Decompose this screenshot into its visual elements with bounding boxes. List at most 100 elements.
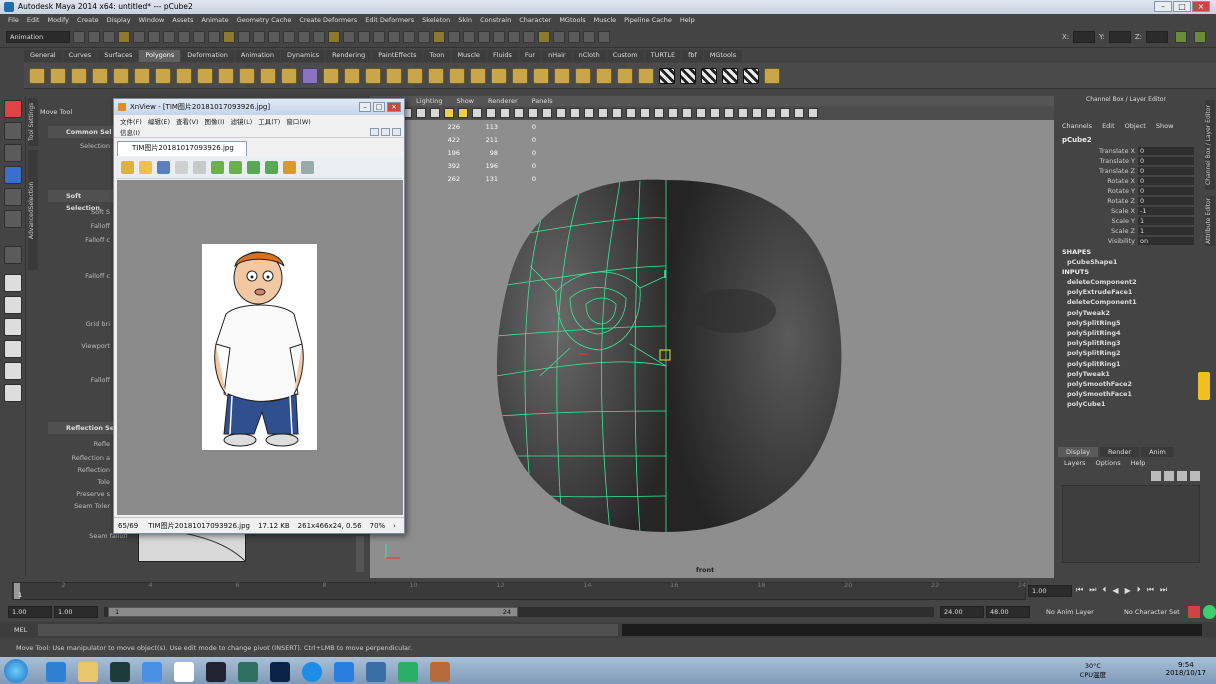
shelf-tool-icon[interactable] [29, 67, 45, 84]
layer-tab-render[interactable]: Render [1099, 446, 1140, 457]
print-icon[interactable] [175, 161, 188, 174]
viewport-tool-icon[interactable] [458, 108, 468, 118]
shelf-tool-icon[interactable] [596, 67, 612, 84]
menu-help[interactable]: Help [680, 16, 695, 24]
viewport-tool-icon[interactable] [682, 108, 692, 118]
xnview-menu-item[interactable]: 文件(F) [120, 116, 142, 126]
input-node[interactable]: polyTweak2 [1058, 309, 1204, 319]
status-tool-icon[interactable] [403, 30, 415, 43]
viewport-tool-icon[interactable] [654, 108, 664, 118]
shelf-tool-icon[interactable] [323, 67, 339, 84]
paint-select-icon[interactable] [4, 144, 22, 162]
viewport-tool-icon[interactable] [556, 108, 566, 118]
input-node[interactable]: polyTweak1 [1058, 370, 1204, 380]
layer-tab-display[interactable]: Display [1058, 446, 1098, 457]
range-bar[interactable]: 1 24 [108, 607, 518, 617]
shelf-tab-toon[interactable]: Toon [423, 50, 451, 62]
rotate-right-icon[interactable] [229, 161, 242, 174]
shelf-tool-icon[interactable] [764, 67, 780, 84]
move-tool-icon[interactable] [4, 166, 22, 184]
channel-menu-object[interactable]: Object [1125, 122, 1146, 130]
shelf-tab-surfaces[interactable]: Surfaces [98, 50, 139, 62]
viewport-tool-icon[interactable] [752, 108, 762, 118]
shape-node[interactable]: pCubeShape1 [1058, 258, 1204, 268]
shelf-tab-fur[interactable]: Fur [518, 50, 542, 62]
status-tool-icon[interactable] [568, 30, 580, 43]
maya-taskbar-icon[interactable] [110, 662, 130, 682]
xnview-maximize-button[interactable]: □ [373, 102, 385, 112]
status-tool-icon[interactable] [508, 30, 520, 43]
menu-muscle[interactable]: Muscle [594, 16, 617, 24]
step-forward-key-icon[interactable]: ⏮ [1147, 585, 1154, 595]
mel-input[interactable] [38, 624, 618, 636]
menu-modify[interactable]: Modify [47, 16, 69, 24]
shelf-tab-nhair[interactable]: nHair [542, 50, 572, 62]
channel-attr-value[interactable]: on [1138, 237, 1194, 245]
ie-taskbar-icon[interactable] [46, 662, 66, 682]
shelf-tool-icon[interactable] [134, 67, 150, 84]
sidebar-toggle-icon[interactable] [1175, 30, 1187, 43]
xnview-doc-close-icon[interactable] [392, 128, 401, 136]
start-button[interactable] [4, 659, 28, 683]
channel-attr-value[interactable]: -1 [1138, 207, 1194, 215]
viewport-tool-icon[interactable] [444, 108, 454, 118]
shelf-tool-icon[interactable] [302, 67, 318, 84]
lasso-tool-icon[interactable] [4, 122, 22, 140]
xnview-minimize-button[interactable]: – [359, 102, 371, 112]
viewport-menu-show[interactable]: Show [456, 97, 474, 105]
viewport-panel[interactable]: adingLightingShowRendererPanels 22611304… [370, 96, 1054, 578]
k-app-taskbar-icon[interactable] [302, 662, 322, 682]
channel-attr-value[interactable]: 0 [1138, 187, 1194, 195]
new-layer-selected-icon[interactable] [1190, 471, 1200, 481]
slideshow-icon[interactable] [283, 161, 296, 174]
pinned-tool-icon[interactable] [1198, 372, 1210, 400]
viewport-tool-icon[interactable] [542, 108, 552, 118]
close-button[interactable]: × [1192, 1, 1210, 12]
status-tool-icon[interactable] [343, 30, 355, 43]
viewport-tool-icon[interactable] [570, 108, 580, 118]
input-node[interactable]: polySplitRing2 [1058, 349, 1204, 359]
two-view-layout-icon[interactable] [4, 318, 22, 336]
go-to-start-icon[interactable]: ⏮ [1076, 585, 1083, 595]
status-tool-icon[interactable] [178, 30, 190, 43]
shelf-tab-mgtools[interactable]: MGtools [703, 50, 743, 62]
playback-end-field[interactable]: 24.00 [940, 606, 984, 618]
playback-start-field[interactable]: 1.00 [54, 606, 98, 618]
shelf-tab-polygons[interactable]: Polygons [139, 50, 181, 62]
status-tool-icon[interactable] [118, 30, 130, 43]
shelf-tool-icon[interactable] [113, 67, 129, 84]
mail-taskbar-icon[interactable] [366, 662, 386, 682]
status-tool-icon[interactable] [313, 30, 325, 43]
xnview-menu-item[interactable]: 窗口(W) [286, 116, 311, 126]
shelf-tool-icon[interactable] [50, 67, 66, 84]
shelf-tool-icon[interactable] [176, 67, 192, 84]
channel-attr-row[interactable]: Visibility on [1058, 236, 1204, 246]
status-tool-icon[interactable] [373, 30, 385, 43]
outliner-layout-icon[interactable] [4, 340, 22, 358]
soft-selection-section[interactable]: Soft Selection [48, 190, 116, 212]
shelf-tool-icon[interactable] [407, 67, 423, 84]
xnview-title-bar[interactable]: XnView - [TIM图片20181017093926.jpg] – □ × [114, 99, 404, 115]
channel-attr-value[interactable]: 0 [1138, 157, 1194, 165]
shelf-tool-icon[interactable] [197, 67, 213, 84]
shelf-tab-dynamics[interactable]: Dynamics [281, 50, 326, 62]
shelf-tab-deformation[interactable]: Deformation [181, 50, 234, 62]
new-layer-icon[interactable] [1177, 471, 1187, 481]
channel-attr-value[interactable]: 1 [1138, 227, 1194, 235]
shelf-tool-icon[interactable] [428, 67, 444, 84]
shelf-tab-painteffects[interactable]: PaintEffects [372, 50, 423, 62]
anim-layer-label[interactable]: No Anim Layer [1046, 608, 1094, 616]
input-node[interactable]: polyExtrudeFace1 [1058, 288, 1204, 298]
status-tool-icon[interactable] [253, 30, 265, 43]
manipulator-icon[interactable] [4, 246, 22, 264]
previous-image-icon[interactable] [247, 161, 260, 174]
input-node[interactable]: polySplitRing5 [1058, 319, 1204, 329]
shelf-tool-icon[interactable] [512, 67, 528, 84]
menu-edit-deformers[interactable]: Edit Deformers [365, 16, 414, 24]
viewport-tool-icon[interactable] [430, 108, 440, 118]
attribute-editor-vtab[interactable]: Attribute Editor [1205, 196, 1215, 246]
fullscreen-icon[interactable] [301, 161, 314, 174]
menu-window[interactable]: Window [139, 16, 165, 24]
end-time-field[interactable]: 48.00 [986, 606, 1030, 618]
menu-assets[interactable]: Assets [172, 16, 193, 24]
